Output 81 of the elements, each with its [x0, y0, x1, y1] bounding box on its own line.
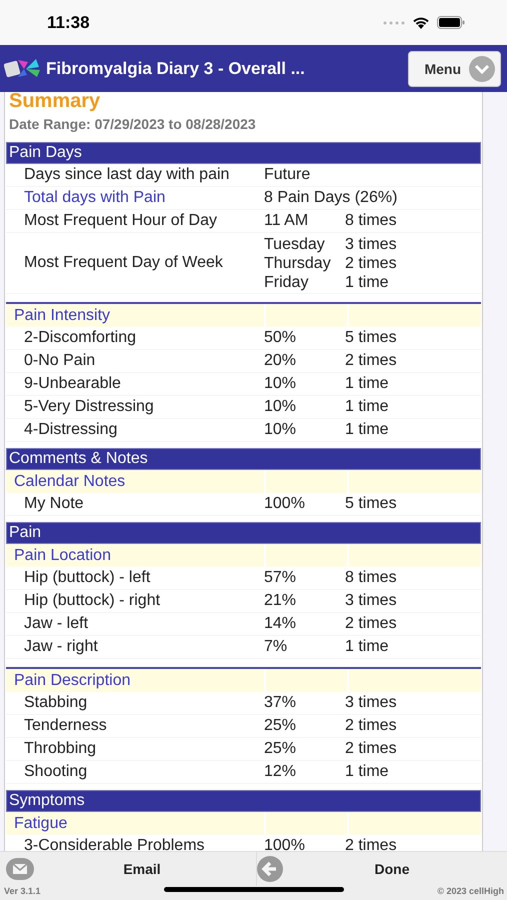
- stat-percent: 25%: [264, 717, 298, 735]
- signal-dots-icon: [383, 20, 405, 24]
- wifi-icon: [412, 16, 430, 29]
- stat-percent: 7%: [264, 638, 288, 656]
- email-button[interactable]: Email: [0, 852, 256, 886]
- stat-percent: 21%: [264, 592, 298, 610]
- stat-count: 1 time: [345, 375, 390, 393]
- category-heading: Fatigue: [13, 814, 68, 832]
- stat-label: 4-Distressing: [23, 421, 118, 439]
- stat-count: 8 times: [345, 212, 398, 230]
- stat-value: Friday: [264, 272, 310, 292]
- stat-percent: 100%: [264, 495, 306, 513]
- stat-label: Stabbing: [23, 694, 88, 712]
- category-heading: Calendar Notes: [13, 472, 126, 490]
- stat-label: Hip (buttock) - right: [23, 592, 162, 610]
- stat-count: 2 times: [345, 254, 398, 272]
- stat-count: 3 times: [345, 592, 398, 610]
- chevron-down-icon: [469, 56, 495, 82]
- stat-count: 8 times: [345, 569, 398, 587]
- stat-percent: 20%: [264, 352, 298, 370]
- stat-count: 2 times: [345, 352, 398, 370]
- stat-percent: 100%: [264, 837, 306, 855]
- stat-count: 2 times: [345, 740, 398, 758]
- date-range: Date Range: 07/29/2023 to 08/28/2023: [8, 115, 257, 134]
- stat-percent: 50%: [264, 329, 298, 347]
- stat-link[interactable]: Total days with Pain: [6, 189, 264, 207]
- stat-count: 1 time: [345, 763, 390, 781]
- stat-label: My Note: [23, 495, 85, 513]
- menu-button[interactable]: Menu: [408, 50, 501, 86]
- stat-label: 5-Very Distressing: [23, 398, 155, 416]
- stat-label: Shooting: [23, 763, 88, 781]
- stat-count: 5 times: [345, 495, 398, 513]
- stat-percent: 10%: [264, 421, 298, 439]
- category-heading: Pain Location: [13, 546, 112, 564]
- stat-label: Hip (buttock) - left: [23, 569, 152, 587]
- stat-count: 1 time: [345, 421, 390, 439]
- stat-percent: 37%: [264, 694, 298, 712]
- stat-percent: 10%: [264, 375, 298, 393]
- stat-label: Throbbing: [23, 740, 98, 758]
- category-heading: Pain Description: [13, 672, 132, 690]
- stat-label: 2-Discomforting: [23, 329, 138, 347]
- stat-percent: 10%: [264, 398, 298, 416]
- stat-label: Tenderness: [23, 717, 108, 735]
- stat-value: Future: [264, 166, 312, 184]
- stat-percent: 25%: [264, 740, 298, 758]
- category-heading: Pain Intensity: [13, 306, 112, 324]
- stat-percent: 11 AM: [264, 212, 310, 230]
- version-label: Ver 3.1.1: [4, 886, 41, 896]
- stat-label: Jaw - right: [23, 638, 99, 656]
- section-header: Comments & Notes: [6, 448, 481, 470]
- copyright-label: © 2023 cellHigh: [437, 886, 504, 896]
- stat-label: Most Frequent Hour of Day: [23, 212, 218, 230]
- stat-percent: 57%: [264, 569, 298, 587]
- stat-label: Jaw - left: [23, 615, 90, 633]
- stat-count: 3 times: [345, 694, 398, 712]
- stat-count: 2 times: [345, 615, 398, 633]
- section-header: Pain: [6, 522, 481, 544]
- app-title: Fibromyalgia Diary 3 - Overall ...: [46, 58, 306, 78]
- stat-count: 3 times: [345, 234, 398, 254]
- section-header: Pain Days: [6, 142, 481, 164]
- stat-count: 1 time: [345, 398, 390, 416]
- stat-label: 9-Unbearable: [23, 375, 122, 393]
- section-header: Symptoms: [6, 790, 481, 812]
- stat-count: 2 times: [345, 837, 398, 855]
- stat-count: 2 times: [345, 717, 398, 735]
- stat-label: 0-No Pain: [23, 352, 96, 370]
- stat-label: 3-Considerable Problems: [23, 837, 206, 855]
- status-time: 11:38: [47, 12, 90, 32]
- stat-value: Thursday: [264, 254, 332, 272]
- stat-count: 1 time: [345, 638, 390, 656]
- stat-percent: 12%: [264, 763, 298, 781]
- stat-value: 8 Pain Days (26%): [264, 189, 398, 207]
- done-button[interactable]: Done: [256, 852, 507, 886]
- stat-count: 1 time: [345, 272, 390, 292]
- stat-count: 5 times: [345, 329, 398, 347]
- stat-value: Tuesday: [264, 234, 326, 254]
- stat-label: Days since last day with pain: [23, 166, 230, 184]
- envelope-icon: [6, 858, 34, 880]
- stat-label: Most Frequent Day of Week: [23, 254, 224, 272]
- battery-icon: [437, 16, 465, 29]
- stat-percent: 14%: [264, 615, 298, 633]
